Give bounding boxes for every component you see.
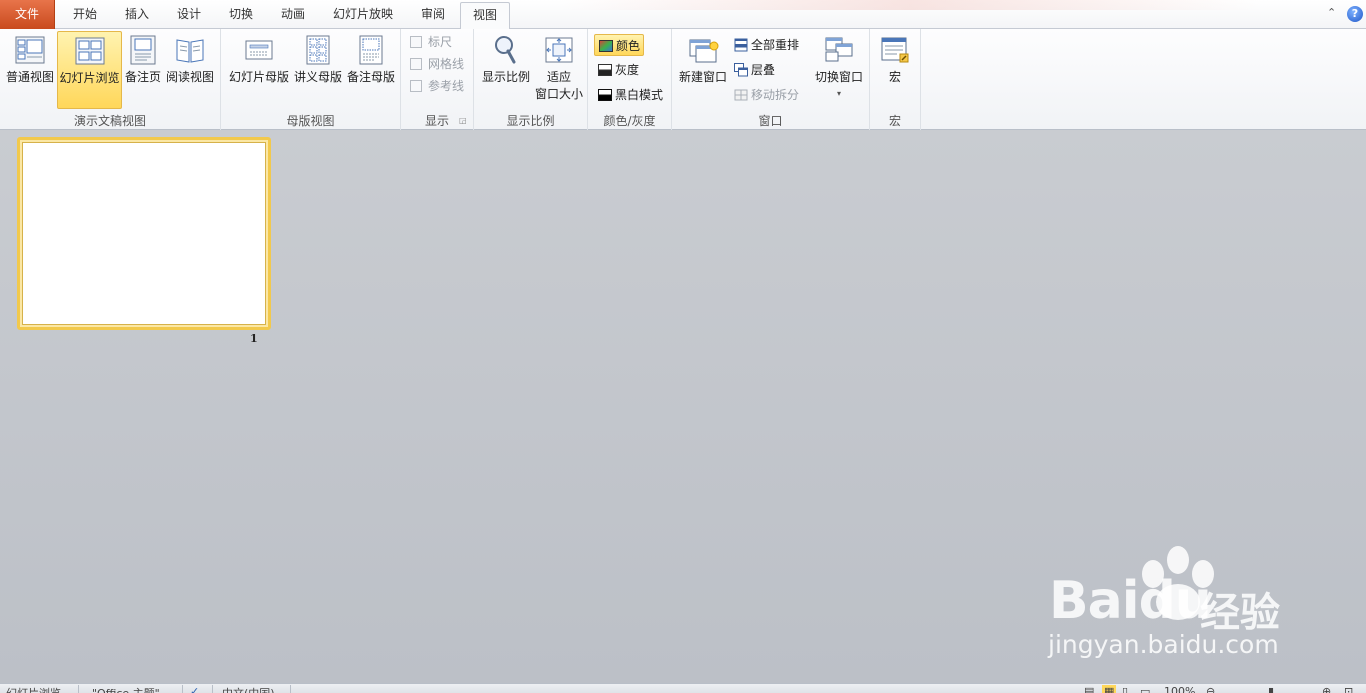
new-window-button[interactable]: 新建窗口 — [676, 31, 730, 107]
fit-to-window-icon — [545, 37, 573, 63]
tab-animations[interactable]: 动画 — [267, 2, 319, 29]
tab-transitions[interactable]: 切换 — [215, 2, 267, 29]
move-split-button[interactable]: 移动拆分 — [730, 84, 808, 106]
status-normal-view-icon[interactable]: ▤ — [1084, 685, 1094, 693]
status-slideshow-icon[interactable]: ▭ — [1140, 685, 1150, 693]
group-window: 新建窗口 全部重排 层叠 移动拆分 切换窗口 ▾ 窗口 — [672, 29, 870, 130]
watermark-url: jingyan.baidu.com — [1048, 630, 1279, 659]
notes-page-button[interactable]: 备注页 — [123, 31, 163, 107]
notes-page-icon — [130, 35, 156, 65]
black-white-swatch-icon — [598, 89, 612, 101]
status-bar: 幻灯片浏览 "Office 主题" ✓ 中文(中国) ▤ ▦ ▯ ▭ 100% … — [0, 683, 1366, 693]
fit-to-window-button[interactable]: 适应 窗口大小 — [534, 31, 584, 109]
handout-master-button[interactable]: 讲义母版 — [292, 31, 344, 107]
grayscale-swatch-icon — [598, 64, 612, 76]
group-show: 标尺 网格线 参考线 显示 ◲ — [401, 29, 474, 130]
group-zoom: 显示比例 适应 窗口大小 显示比例 — [474, 29, 588, 130]
slide-master-button[interactable]: 幻灯片母版 — [226, 31, 292, 107]
minimize-ribbon-icon[interactable]: ⌃ — [1327, 6, 1336, 19]
spellcheck-icon[interactable]: ✓ — [190, 685, 199, 693]
group-label-macros: 宏 — [888, 114, 901, 128]
zoom-button[interactable]: 显示比例 — [478, 31, 534, 107]
tab-slideshow[interactable]: 幻灯片放映 — [321, 2, 405, 29]
notes-master-icon — [359, 35, 383, 65]
zoom-in-icon[interactable]: ⊕ — [1322, 685, 1331, 693]
reading-view-button[interactable]: 阅读视图 — [163, 31, 217, 107]
fit-slide-icon[interactable]: ⊡ — [1344, 685, 1353, 693]
status-theme[interactable]: "Office 主题" — [92, 685, 160, 693]
status-zoom-level[interactable]: 100% — [1164, 685, 1195, 693]
tab-insert[interactable]: 插入 — [112, 2, 162, 29]
slide-number: 1 — [250, 332, 258, 345]
tab-file[interactable]: 文件 — [0, 0, 55, 29]
slide-thumbnail-canvas — [22, 142, 266, 325]
group-color-grayscale: 颜色 灰度 黑白模式 颜色/灰度 — [588, 29, 672, 130]
show-dialog-launcher-icon[interactable]: ◲ — [459, 117, 467, 125]
grayscale-button[interactable]: 灰度 — [594, 59, 664, 81]
handout-master-icon — [306, 35, 330, 65]
notes-master-button[interactable]: 备注母版 — [345, 31, 397, 107]
normal-view-button[interactable]: 普通视图 — [3, 31, 57, 107]
cascade-button[interactable]: 层叠 — [730, 59, 790, 81]
group-label-master-views: 母版视图 — [286, 114, 335, 128]
tab-home[interactable]: 开始 — [58, 2, 112, 29]
status-slide-sorter-icon[interactable]: ▦ — [1102, 685, 1117, 693]
cascade-icon — [734, 63, 748, 77]
tab-design[interactable]: 设计 — [163, 2, 215, 29]
switch-windows-dropdown-icon: ▾ — [836, 89, 841, 98]
group-label-color-grayscale: 颜色/灰度 — [603, 114, 656, 128]
group-presentation-views: 普通视图 幻灯片浏览 备注页 阅读视图 演示文稿视图 — [0, 29, 221, 130]
color-button[interactable]: 颜色 — [594, 34, 644, 56]
tab-review[interactable]: 审阅 — [407, 2, 459, 29]
group-label-presentation-views: 演示文稿视图 — [73, 114, 146, 128]
status-language[interactable]: 中文(中国) — [222, 685, 275, 693]
group-label-zoom: 显示比例 — [506, 114, 555, 128]
move-split-icon — [734, 89, 748, 101]
slide-master-icon — [245, 40, 273, 60]
ribbon-tab-bar: 文件 开始 插入 设计 切换 动画 幻灯片放映 审阅 视图 ⌃ ? — [0, 0, 1366, 30]
magnifier-icon — [495, 36, 516, 64]
switch-windows-button[interactable]: 切换窗口 ▾ — [812, 31, 866, 107]
arrange-all-button[interactable]: 全部重排 — [730, 34, 808, 56]
zoom-out-icon[interactable]: ⊖ — [1206, 685, 1215, 693]
slide-sorter-icon — [75, 37, 104, 65]
watermark-brand: Baidu — [1049, 571, 1212, 631]
macros-button[interactable]: 宏 — [875, 31, 915, 107]
black-white-button[interactable]: 黑白模式 — [594, 84, 670, 106]
help-icon[interactable]: ? — [1347, 6, 1363, 22]
slide-thumbnail[interactable] — [17, 137, 271, 330]
group-label-window: 窗口 — [758, 114, 783, 128]
zoom-slider-thumb[interactable]: ▮ — [1268, 685, 1274, 693]
new-window-icon — [689, 39, 719, 63]
arrange-all-icon — [734, 38, 748, 52]
group-macros: 宏 宏 — [870, 29, 921, 130]
reading-view-icon — [176, 39, 204, 63]
color-swatch-icon — [599, 40, 613, 52]
slide-sorter-button[interactable]: 幻灯片浏览 — [57, 31, 122, 109]
ribbon: 普通视图 幻灯片浏览 备注页 阅读视图 演示文稿视图 幻灯片母版 讲义母版 备注… — [0, 29, 1366, 130]
group-master-views: 幻灯片母版 讲义母版 备注母版 母版视图 — [221, 29, 401, 130]
status-view-name: 幻灯片浏览 — [6, 685, 61, 693]
status-reading-view-icon[interactable]: ▯ — [1122, 685, 1128, 693]
tab-view[interactable]: 视图 — [460, 2, 510, 30]
normal-view-icon — [15, 36, 45, 64]
switch-windows-icon — [825, 37, 853, 62]
macros-icon — [881, 37, 909, 63]
